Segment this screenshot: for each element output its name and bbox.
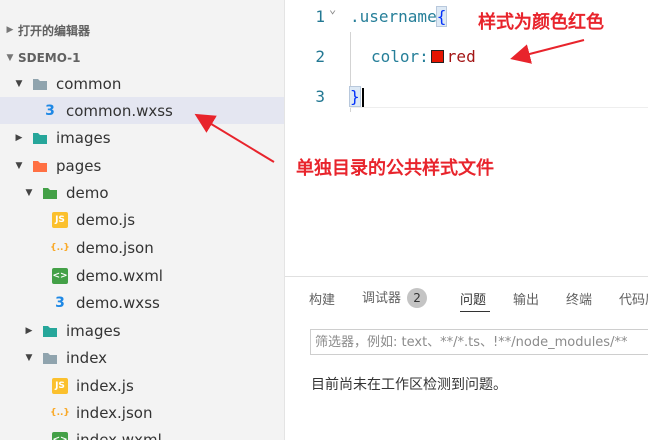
annotation-arrows [194,39,585,163]
arrow-to-value [510,39,585,64]
arrow-to-common-wxss [194,113,275,163]
